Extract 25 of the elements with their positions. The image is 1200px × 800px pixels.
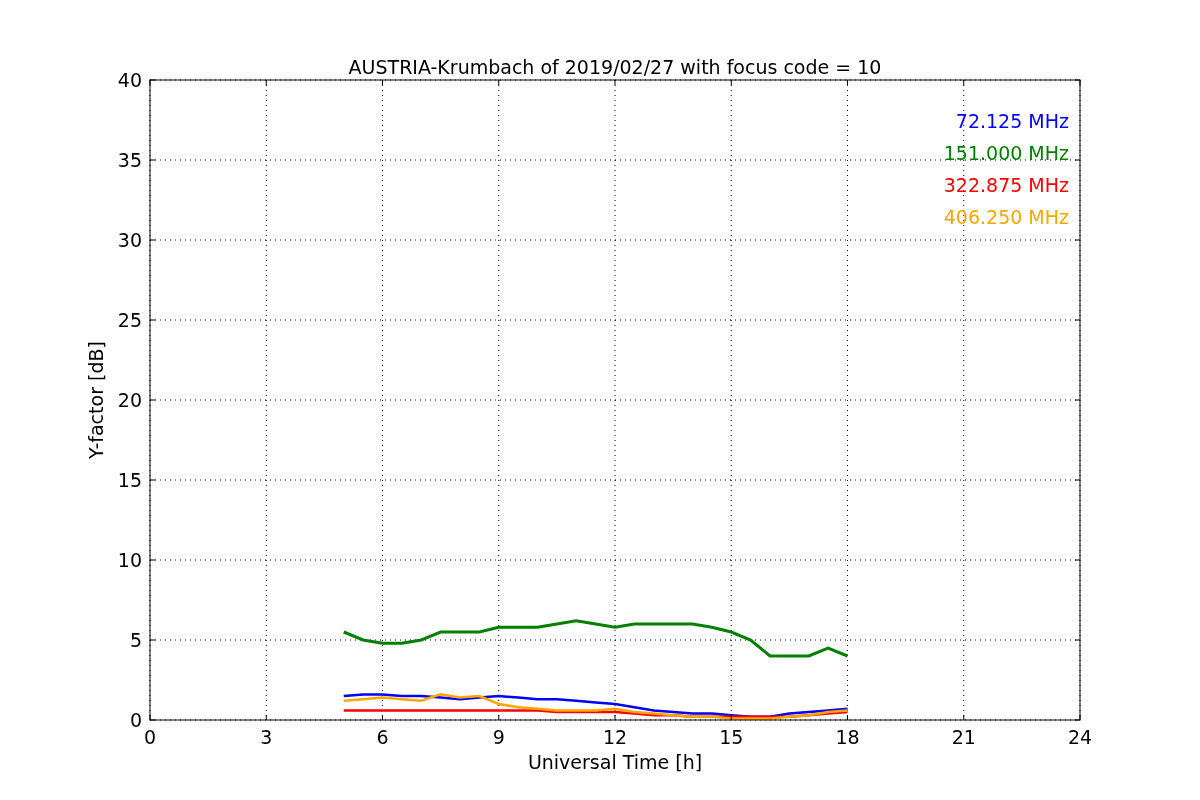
y-tick-label: 15: [117, 469, 142, 491]
x-tick-label: 0: [143, 726, 157, 748]
x-tick-label: 15: [719, 726, 744, 748]
x-tick-label: 21: [951, 726, 976, 748]
x-tick-label: 9: [492, 726, 505, 748]
y-tick-label: 0: [129, 709, 142, 731]
legend-label: 72.125 MHz: [955, 110, 1069, 132]
y-tick-label: 10: [117, 549, 142, 571]
y-tick-label: 35: [117, 149, 142, 171]
y-tick-label: 25: [117, 309, 142, 331]
x-axis-label: Universal Time [h]: [527, 751, 703, 773]
legend-label: 151.000 MHz: [943, 142, 1069, 164]
x-tick-label: 3: [260, 726, 273, 748]
x-tick-label: 6: [376, 726, 389, 748]
y-tick-label: 30: [117, 229, 142, 251]
chart-title: AUSTRIA-Krumbach of 2019/02/27 with focus code = 10: [348, 56, 882, 78]
y-axis-label: Y-factor [dB]: [85, 341, 107, 459]
legend-label: 406.250 MHz: [943, 206, 1069, 228]
x-tick-label: 18: [835, 726, 860, 748]
x-tick-label: 24: [1067, 726, 1093, 748]
x-tick-label: 12: [602, 726, 628, 748]
y-tick-label: 40: [117, 69, 142, 91]
y-tick-label: 5: [129, 629, 142, 651]
y-tick-label: 20: [117, 389, 142, 411]
legend-label: 322.875 MHz: [943, 174, 1069, 196]
